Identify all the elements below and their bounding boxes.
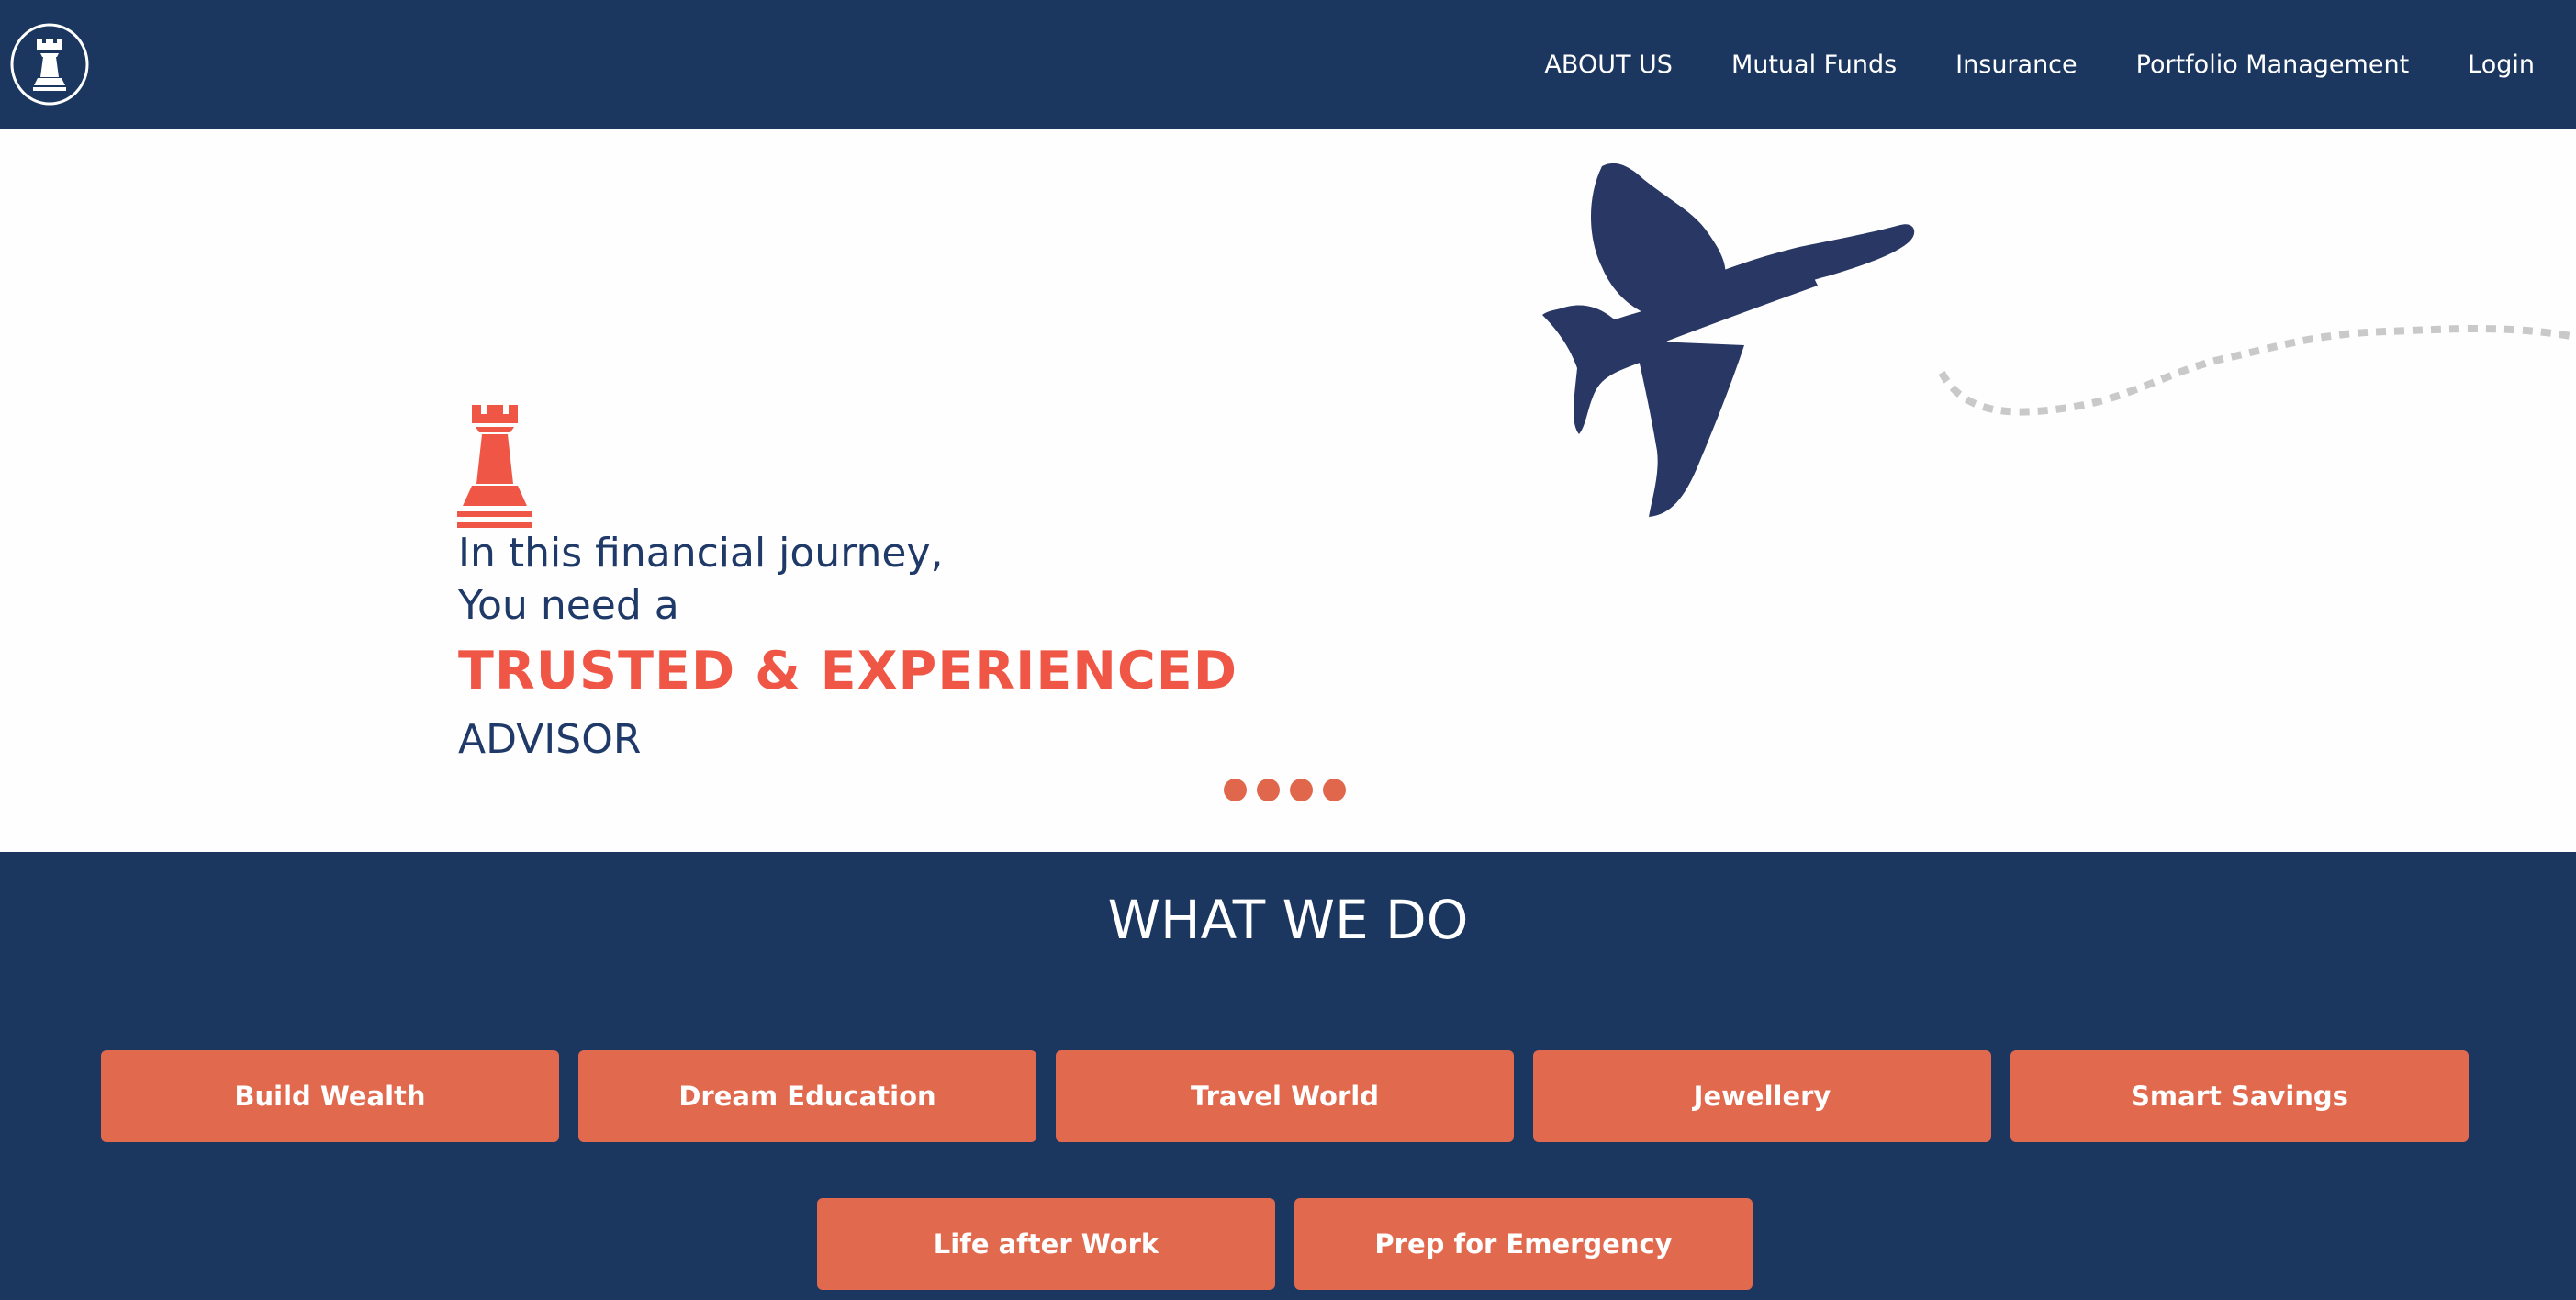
service-jewellery-button[interactable]: Jewellery: [1533, 1050, 1991, 1142]
service-prep-for-emergency-button[interactable]: Prep for Emergency: [1294, 1198, 1753, 1290]
section-title: WHAT WE DO: [1107, 889, 1469, 951]
slider-dot-3[interactable]: [1290, 779, 1313, 801]
slider-dot-2[interactable]: [1257, 779, 1280, 801]
service-build-wealth-button[interactable]: Build Wealth: [101, 1050, 559, 1142]
service-smart-savings-button[interactable]: Smart Savings: [2010, 1050, 2469, 1142]
nav-insurance[interactable]: Insurance: [1955, 50, 2077, 79]
nav-login[interactable]: Login: [2468, 50, 2535, 79]
service-life-after-work-button[interactable]: Life after Work: [817, 1198, 1275, 1290]
hero-tagline-line1: In this financial journey,: [458, 530, 944, 577]
nav-menu: ABOUT US Mutual Funds Insurance Portfoli…: [1544, 0, 2535, 129]
rook-logo-icon[interactable]: [10, 23, 89, 106]
hero-tagline-line4: ADVISOR: [458, 716, 642, 763]
hero-headline: TRUSTED & EXPERIENCED: [458, 641, 1238, 701]
rook-chess-icon: [457, 403, 532, 532]
airplane-icon: [1533, 148, 2576, 552]
slider-dot-1[interactable]: [1224, 779, 1247, 801]
slider-dots: [1224, 779, 1346, 801]
hero-slider: In this financial journey, You need a TR…: [0, 129, 2576, 852]
what-we-do-section: WHAT WE DO Build Wealth Dream Education …: [0, 852, 2576, 1300]
nav-mutual-funds[interactable]: Mutual Funds: [1731, 50, 1897, 79]
hero-tagline-line2: You need a: [458, 582, 679, 629]
top-navbar: ABOUT US Mutual Funds Insurance Portfoli…: [0, 0, 2576, 129]
nav-portfolio-management[interactable]: Portfolio Management: [2136, 50, 2410, 79]
service-travel-world-button[interactable]: Travel World: [1056, 1050, 1514, 1142]
service-dream-education-button[interactable]: Dream Education: [578, 1050, 1036, 1142]
nav-about-us[interactable]: ABOUT US: [1544, 50, 1673, 79]
slider-dot-4[interactable]: [1323, 779, 1346, 801]
